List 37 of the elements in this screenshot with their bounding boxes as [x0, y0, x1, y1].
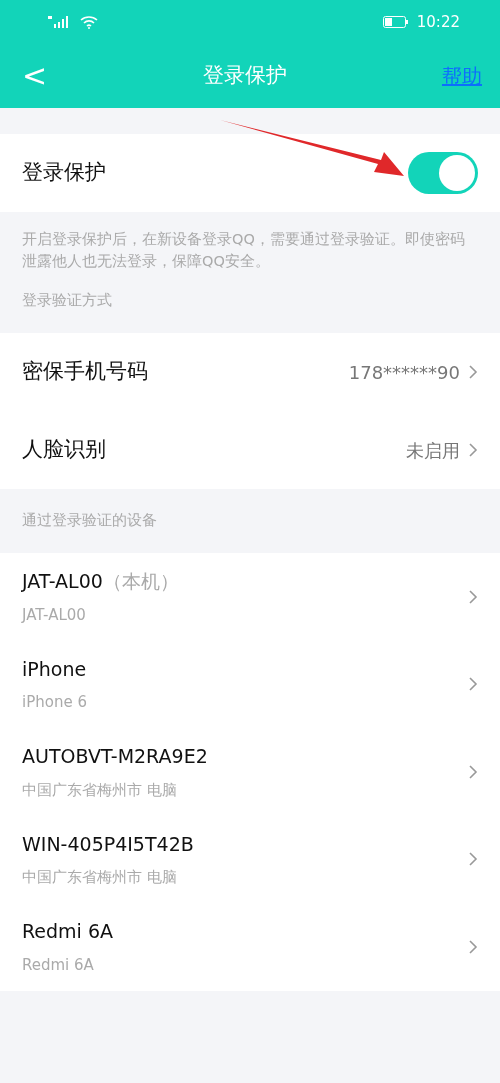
chevron-icon	[468, 588, 478, 605]
setting-label: 密保手机号码	[22, 358, 148, 386]
setting-value: 未启用	[406, 438, 460, 463]
chevron-icon	[468, 442, 478, 458]
chevron-icon	[468, 364, 478, 380]
chevron-icon	[468, 676, 478, 693]
protection-toggle[interactable]	[408, 152, 478, 194]
device-name: WIN-405P4I5T42B	[22, 831, 194, 857]
chevron-icon	[468, 763, 478, 780]
setting-row[interactable]: 人脸识别 未启用	[0, 411, 500, 489]
device-detail: 中国广东省梅州市 电脑	[22, 779, 178, 801]
section-heading: 通过登录验证的设备	[21, 511, 158, 531]
chevron-icon	[468, 851, 478, 868]
wifi-icon	[80, 15, 98, 29]
status-time: 10:22	[416, 11, 460, 33]
description-text: 开启登录保护后，在新设备登录QQ，需要通过登录验证。即使密码泄露他人也无法登录，保障QQ安全。	[21, 230, 466, 271]
device-detail: JAT-AL00	[22, 604, 87, 626]
device-name: AUTOBVT-M2RA9E2	[22, 744, 208, 770]
device-row[interactable]: Redmi 6A Redmi 6A	[0, 903, 500, 991]
device-detail: Redmi 6A	[22, 954, 95, 976]
setting-row[interactable]: 密保手机号码 178******90	[0, 333, 500, 411]
device-row[interactable]: iPhone iPhone 6	[0, 640, 500, 728]
device-row[interactable]: JAT-AL00（本机） JAT-AL00	[0, 553, 500, 641]
setting-value: 178******90	[348, 360, 460, 385]
setting-label: 人脸识别	[22, 436, 106, 464]
section-heading: 登录验证方式	[21, 291, 113, 310]
chevron-icon	[468, 938, 478, 955]
device-name: Redmi 6A	[22, 919, 113, 945]
device-detail: 中国广东省梅州市 电脑	[22, 867, 178, 889]
page-title: 登录保护	[202, 62, 287, 90]
battery-icon	[382, 16, 409, 28]
protection-label: 登录保护	[22, 159, 106, 187]
device-row[interactable]: WIN-405P4I5T42B 中国广东省梅州市 电脑	[0, 815, 500, 903]
device-name: JAT-AL00（本机）	[22, 569, 179, 595]
device-row[interactable]: AUTOBVT-M2RA9E2 中国广东省梅州市 电脑	[0, 728, 500, 816]
device-name: iPhone	[22, 656, 87, 682]
device-detail: iPhone 6	[22, 692, 87, 714]
